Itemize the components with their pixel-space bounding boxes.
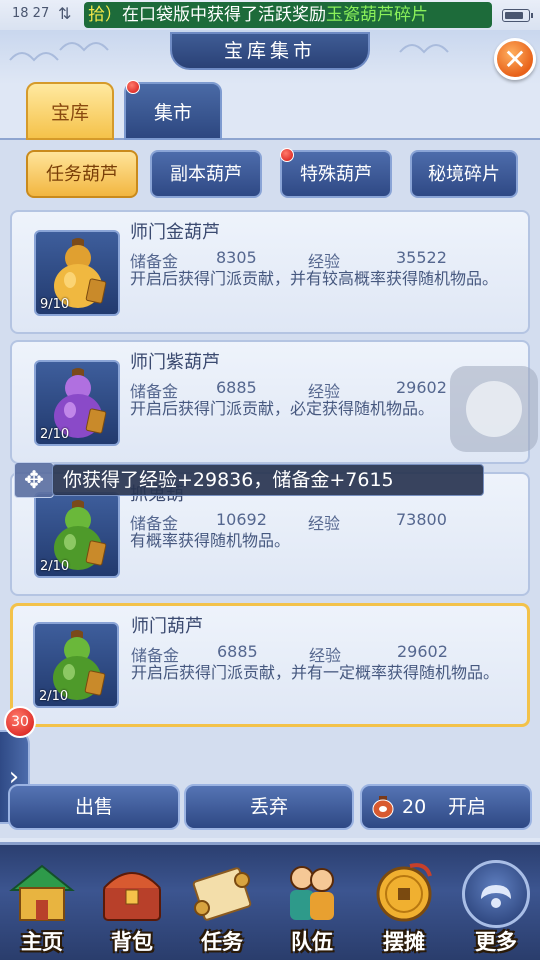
gold-coin-icon	[376, 863, 432, 922]
item-description: 开启后获得门派贡献，并有较高概率获得随机物品。	[130, 269, 499, 288]
item-count: 2/10	[40, 559, 70, 574]
item-icon: 9/10	[34, 230, 120, 316]
nav-quest[interactable]: 任务	[182, 854, 262, 960]
close-icon: ✕	[503, 42, 527, 76]
item-icon: 2/10	[34, 360, 120, 446]
pot-icon	[372, 796, 394, 819]
updown-arrows-icon: ⇅	[58, 4, 72, 23]
scroll-icon	[192, 867, 252, 921]
page-title: 宝库集市	[170, 32, 370, 70]
item-icon: 2/10	[33, 622, 119, 708]
subtab-special-gourd[interactable]: 特殊葫芦	[280, 150, 392, 198]
special-gourd-notification-dot	[280, 148, 294, 162]
battery-icon	[502, 9, 533, 22]
subtab-dungeon-gourd[interactable]: 副本葫芦	[150, 150, 262, 198]
team-people-icon	[290, 866, 334, 920]
clock: 18 27	[12, 6, 50, 21]
side-count-badge: 30	[4, 706, 36, 738]
item-count: 9/10	[40, 297, 70, 312]
item-description: 开启后获得门派贡献，并有一定概率获得随机物品。	[131, 663, 500, 682]
sell-button[interactable]: 出售	[8, 784, 180, 830]
assistive-touch-button[interactable]	[450, 366, 538, 452]
item-name: 师门紫葫芦	[130, 352, 220, 373]
item-stats: 储备金 6885 经验 29602	[131, 642, 448, 665]
move-arrows-icon[interactable]: ✥	[14, 462, 54, 498]
market-notification-dot	[126, 80, 140, 94]
item-card-sect-gourd[interactable]: 2/10 师门葫芦 储备金 6885 经验 29602 开启后获得门派贡献，并有…	[10, 603, 530, 727]
more-cloud-icon	[462, 860, 530, 928]
item-name: 师门葫芦	[131, 616, 203, 637]
nav-team[interactable]: 队伍	[272, 854, 352, 960]
item-card-gold-gourd[interactable]: 9/10 师门金葫芦 储备金 8305 经验 35522 开启后获得门派贡献，并…	[10, 210, 530, 334]
tab-treasury[interactable]: 宝库	[26, 82, 114, 140]
reward-toast: 你获得了经验+29836，储备金+7615	[52, 464, 484, 496]
item-stats: 储备金 8305 经验 35522	[130, 248, 447, 271]
nav-bag[interactable]: 背包	[92, 854, 172, 960]
subtab-realm-fragments[interactable]: 秘境碎片	[410, 150, 518, 198]
subtab-quest-gourd[interactable]: 任务葫芦	[26, 150, 138, 198]
nav-more[interactable]: 更多	[456, 854, 536, 960]
nav-stall[interactable]: 摆摊	[364, 854, 444, 960]
discard-button[interactable]: 丢弃	[184, 784, 354, 830]
item-name: 师门金葫芦	[130, 222, 220, 243]
item-icon: 2/10	[34, 492, 120, 578]
item-description: 有概率获得随机物品。	[130, 531, 291, 550]
item-stats: 储备金 10692 经验 73800	[130, 510, 447, 533]
open-button[interactable]: 20 开启	[360, 784, 532, 830]
item-count: 2/10	[39, 689, 69, 704]
system-ticker: 拾）在口袋版中获得了活跃奖励玉瓷葫芦碎片	[84, 2, 492, 28]
item-count: 2/10	[40, 427, 70, 442]
close-button[interactable]: ✕	[494, 38, 536, 80]
nav-home[interactable]: 主页	[2, 854, 82, 960]
treasure-chest-icon	[103, 872, 161, 921]
status-bar: 18 27 ⇅ 拾）在口袋版中获得了活跃奖励玉瓷葫芦碎片	[0, 0, 540, 30]
house-icon	[9, 864, 75, 921]
open-label: 开启	[448, 796, 487, 818]
open-count: 20	[402, 796, 427, 818]
